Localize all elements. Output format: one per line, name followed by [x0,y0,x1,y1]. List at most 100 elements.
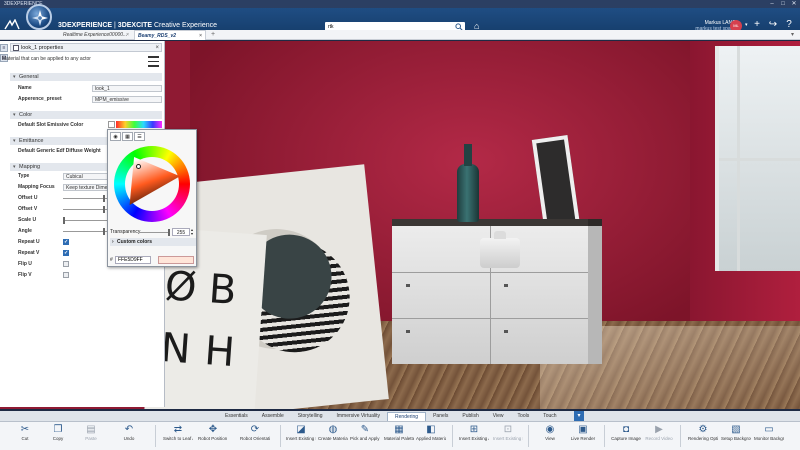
flip-u-checkbox[interactable] [63,261,69,267]
field-label: Mapping Focus [18,184,55,190]
switch-icon: ⇄ [173,424,183,435]
robot-orientation-button[interactable]: ⟳Robot Orientation... [240,424,270,450]
chevron-down-icon[interactable]: ▾ [745,22,748,28]
applied-materials-button[interactable]: ◧Applied Materials [416,424,446,450]
tab-beamy-rds[interactable]: Beamy_RDS_v2 × [134,30,206,40]
tab-view[interactable]: View [486,412,511,421]
rendering-options-icon: ⚙ [698,424,708,435]
sliders-mode-icon[interactable]: ☰ [134,132,145,141]
tab-touch[interactable]: Touch [536,412,563,421]
repeat-u-checkbox[interactable] [63,238,69,247]
monitor-background-button[interactable]: ▭Monitor Background... [754,424,784,450]
menu-icon[interactable] [146,53,162,67]
tool-label: Create Material [318,436,348,441]
capture-image-button[interactable]: ◘ Capture Image [611,424,641,450]
toolbar-separator [452,425,453,447]
tab-rendering[interactable]: Rendering [387,412,427,421]
swatches-mode-icon[interactable]: ▦ [122,132,133,141]
view-button[interactable]: ◉ View [535,424,565,450]
chevron-down-icon: ▾ [13,164,16,170]
tab-realtime-experience[interactable]: Realtime Experience00000... × [60,30,132,40]
minimize-button[interactable]: – [768,0,776,8]
custom-colors-section[interactable]: › Custom colors [110,238,196,246]
tool-label: Record Video [645,436,673,441]
section-color[interactable]: ▾ Color [10,111,162,119]
monitor-icon: ▭ [764,424,774,435]
color-wheel-mode-icon[interactable]: ◉ [110,132,121,141]
insert-plugin-icon: ⊡ [503,424,513,435]
color-selector-handle[interactable] [136,164,141,169]
transparency-slider[interactable] [140,229,170,236]
tab-storytelling[interactable]: Storytelling [291,412,330,421]
record-video-button[interactable]: ▶ Record Video [644,424,674,450]
close-panel-button[interactable]: × [155,44,159,52]
tab-essentials[interactable]: Essentials [218,412,255,421]
live-render-button[interactable]: ▣ Live Render [568,424,598,450]
add-tab-button[interactable]: + [211,30,215,40]
share-icon[interactable]: ↪ [768,20,778,30]
scene-window [715,46,800,271]
pick-apply-button[interactable]: ✎Pick and Apply ... [350,424,380,450]
tree-toggle-icon[interactable]: ≡ [0,44,8,52]
robot-position-button[interactable]: ✥Robot Position A... [198,424,228,450]
insert-asset-icon: ⊞ [469,424,479,435]
switch-leaf-button[interactable]: ⇄Switch to Leaf Acto... [163,424,193,450]
material-palette-button[interactable]: ▦ Material Palette [384,424,414,450]
insert-existing-plugin-button[interactable]: ⊡Insert Existing Pl... [493,424,523,450]
window-titlebar: 3DEXPERIENCE – □ ✕ [0,0,800,8]
cut-button[interactable]: ✂ Cut [10,424,40,450]
cabinet-handle [504,330,508,333]
color-spectrum-bar[interactable] [116,121,162,128]
clipboard-icon: ▤ [86,424,96,435]
close-icon[interactable]: × [199,31,202,41]
insert-existing-material-button[interactable]: ◪Insert Existing Ma... [286,424,316,450]
tab-menu-icon[interactable]: ▾ [791,30,794,40]
close-window-button[interactable]: ✕ [790,0,798,8]
add-icon[interactable]: + [752,20,762,30]
tool-label: Robot Position A... [198,436,228,441]
tab-panels[interactable]: Panels [426,412,455,421]
tab-immersive-virtuality[interactable]: Immersive Virtuality [329,412,387,421]
top-bar: 3DEXPERIENCE | 3DEXCITE Creative Experie… [0,8,800,32]
section-label: Color [19,112,33,118]
expand-ribbon-icon[interactable]: ▾ [574,411,584,421]
transparency-stepper[interactable]: ▴ ▾ [191,228,193,236]
transparency-input[interactable]: 255 [172,228,190,236]
repeat-v-checkbox[interactable] [63,249,69,258]
maximize-button[interactable]: □ [779,0,787,8]
create-material-icon: ◍ [328,424,338,435]
name-field[interactable]: look_1 [92,85,162,92]
panel-description: Material that can be applied to any acto… [2,56,91,62]
setup-background-button[interactable]: ▧Setup Background... [721,424,751,450]
tab-tools[interactable]: Tools [511,412,537,421]
emissive-color-swatch[interactable] [108,121,162,129]
flip-v-row: Flip V [18,271,162,280]
section-label: Mapping [19,164,41,170]
section-general[interactable]: ▾ General [10,73,162,81]
undo-button[interactable]: ↶ Undo [114,424,144,450]
hex-input[interactable] [115,256,151,264]
help-icon[interactable]: ? [784,20,794,30]
tab-label: Beamy_RDS_v2 [138,33,177,39]
undo-icon: ↶ [124,424,134,435]
chevron-down-icon: ▾ [13,74,16,80]
color-picker-toggle-icon[interactable] [108,121,115,128]
paste-button[interactable]: ▤ Paste [76,424,106,450]
flip-v-checkbox[interactable] [63,272,69,278]
copy-button[interactable]: ❐ Copy [43,424,73,450]
camera-icon: ◘ [622,424,630,435]
insert-existing-asset-button[interactable]: ⊞Insert Existing A... [459,424,489,450]
action-toolbar: ✂ Cut ❐ Copy ▤ Paste ↶ Undo ⇄ Switch to Leaf … [0,421,800,450]
tool-label: Applied Materials [416,436,446,441]
preset-field[interactable]: MPM_emissive [92,96,162,103]
hex-row: # [110,256,196,265]
close-icon[interactable]: × [126,30,129,40]
compass-icon[interactable] [26,4,52,30]
tab-publish[interactable]: Publish [455,412,485,421]
create-material-button[interactable]: ◍ Create Material [318,424,348,450]
tab-assemble[interactable]: Assemble [255,412,291,421]
tool-label: Material Palette [384,436,414,441]
app-window: 3DEXPERIENCE – □ ✕ 3DEXPERIENCE | 3DEXCI… [0,0,800,450]
rendering-options-button[interactable]: ⚙Rendering Options [688,424,718,450]
field-label: Default Slot Emissive Color [18,122,84,128]
